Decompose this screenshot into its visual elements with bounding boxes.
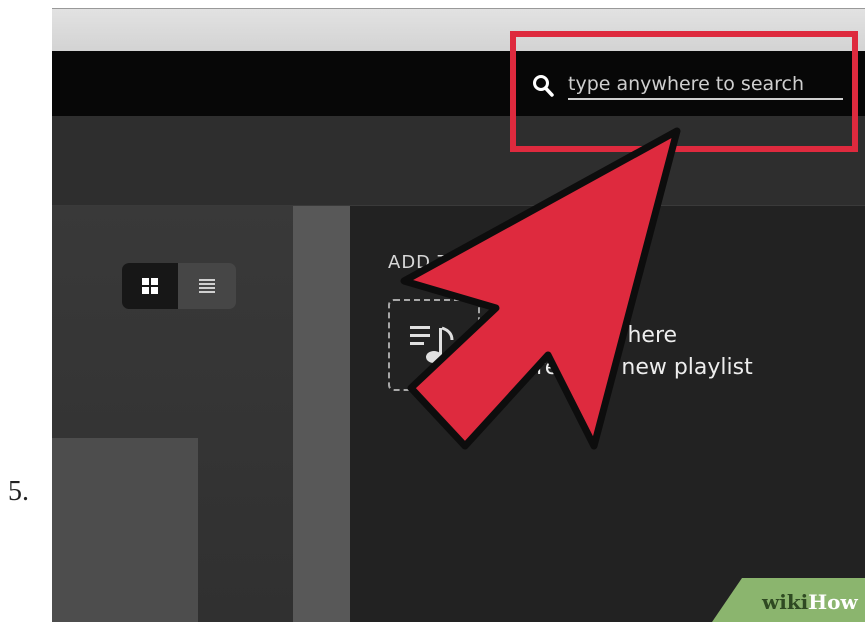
search-input[interactable] bbox=[568, 72, 843, 100]
list-view-button[interactable] bbox=[178, 263, 236, 309]
search-bar[interactable] bbox=[532, 71, 843, 101]
playlists-heading: ADD TO PLAYLISTS bbox=[388, 252, 574, 273]
album-tile[interactable] bbox=[52, 438, 198, 622]
list-view-icon bbox=[199, 279, 215, 293]
top-bar bbox=[52, 51, 865, 116]
library-pane bbox=[52, 206, 293, 622]
search-icon[interactable] bbox=[532, 74, 554, 98]
step-number: 5. bbox=[8, 476, 29, 507]
app-screenshot: ADD TO PLAYLISTS Drag music here to crea… bbox=[52, 8, 865, 622]
grid-view-button[interactable] bbox=[122, 263, 178, 309]
window-title-bar bbox=[52, 8, 865, 51]
watermark-wiki: wiki bbox=[762, 590, 809, 614]
toolbar-area bbox=[52, 116, 865, 206]
grid-view-icon bbox=[142, 278, 158, 294]
pane-divider[interactable] bbox=[293, 206, 350, 622]
playlist-add-icon bbox=[410, 326, 454, 363]
watermark-how: How bbox=[808, 590, 858, 614]
playlist-pane: ADD TO PLAYLISTS Drag music here to crea… bbox=[350, 206, 865, 622]
wikihow-watermark: wikiHow bbox=[712, 578, 865, 622]
playlist-drop-zone[interactable] bbox=[388, 299, 480, 391]
drop-line-1: Drag music here bbox=[495, 323, 678, 348]
drop-line-2: to create a new playlist bbox=[495, 355, 753, 380]
view-toggle[interactable] bbox=[122, 263, 236, 309]
drop-instructions: Drag music here to create a new playlist bbox=[495, 320, 753, 384]
